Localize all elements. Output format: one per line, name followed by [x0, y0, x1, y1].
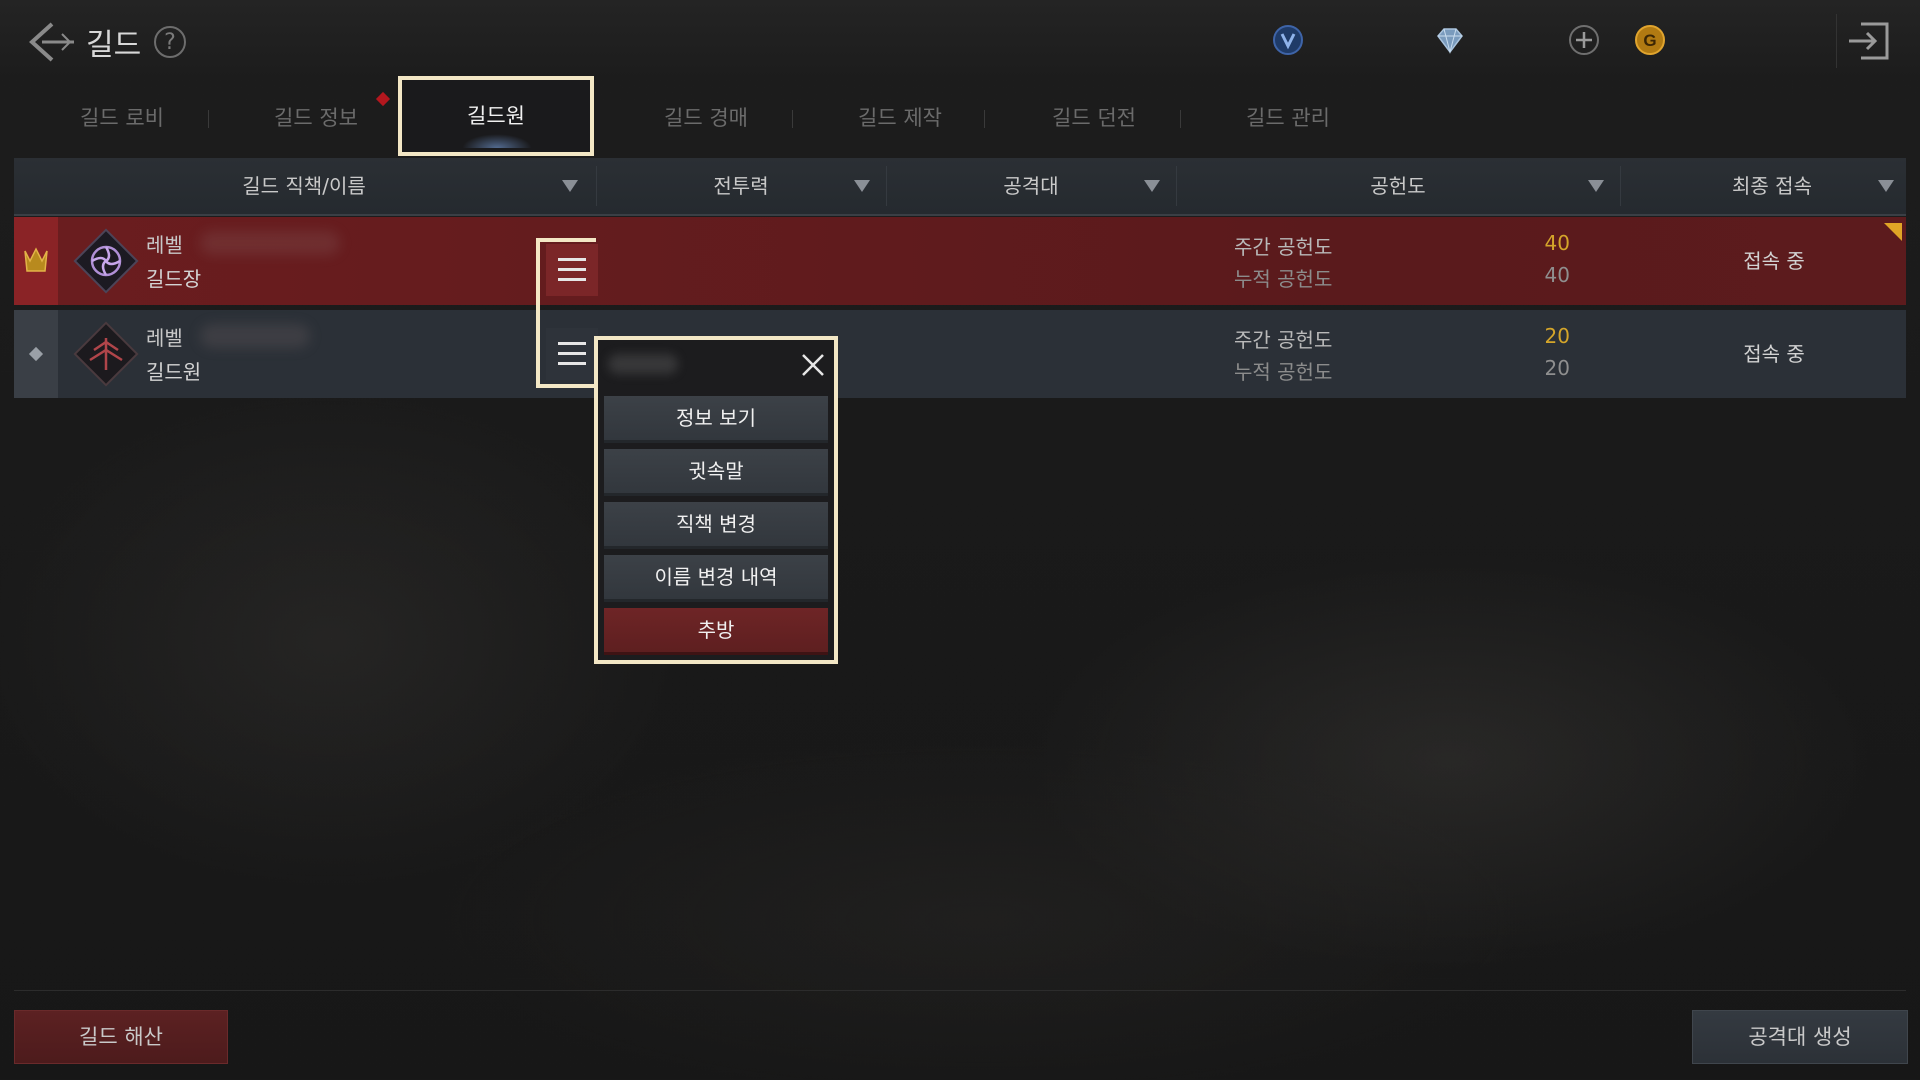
svg-text:G: G — [1643, 31, 1656, 50]
change-rank-button[interactable]: 직책 변경 — [604, 502, 828, 549]
back-arrow-icon[interactable] — [24, 18, 76, 66]
sort-arrow-icon[interactable] — [1588, 180, 1604, 192]
redacted-name — [200, 324, 310, 348]
page-title: 길드 — [86, 28, 142, 63]
total-contribution-label: 누적 공헌도 — [1234, 267, 1333, 291]
sort-arrow-icon[interactable] — [1878, 180, 1894, 192]
tab-divider — [984, 110, 985, 128]
diamond-icon[interactable] — [1432, 22, 1468, 58]
tab-guild-crafting[interactable]: 길드 제작 — [820, 96, 980, 140]
redacted-member-name — [608, 354, 678, 374]
col-raid[interactable]: 공격대 — [888, 158, 1174, 214]
tab-divider — [792, 110, 793, 128]
popup-header — [598, 340, 834, 390]
table-row[interactable]: 레벨 길드원 주간 공헌도 누적 공헌도 20 20 접속 중 — [14, 310, 1906, 398]
tab-guild-members-label: 길드원 — [467, 104, 525, 128]
col-combat-power[interactable]: 전투력 — [598, 158, 884, 214]
table-header: 길드 직책/이름 전투력 공격대 공헌도 최종 접속 — [14, 158, 1906, 216]
total-contribution-label: 누적 공헌도 — [1234, 360, 1333, 384]
tab-bar: 길드 로비 길드 정보 길드원 길드 경매 길드 제작 길드 던전 길드 관리 — [14, 76, 1906, 156]
close-icon[interactable] — [798, 350, 828, 380]
sort-arrow-icon[interactable] — [854, 180, 870, 192]
tab-guild-dungeon[interactable]: 길드 던전 — [1014, 96, 1174, 140]
column-divider — [1176, 166, 1177, 206]
level-label: 레벨 — [146, 233, 183, 257]
col-rank-name[interactable]: 길드 직책/이름 — [14, 158, 594, 214]
tab-divider — [1180, 110, 1181, 128]
plus-icon[interactable] — [1566, 22, 1602, 58]
col-contribution[interactable]: 공헌도 — [1178, 158, 1618, 214]
blue-crystal-icon[interactable] — [1270, 22, 1306, 58]
active-tab-glow — [462, 134, 532, 148]
column-divider — [1620, 166, 1621, 206]
column-divider — [886, 166, 887, 206]
weekly-contribution-label: 주간 공헌도 — [1234, 328, 1333, 352]
tab-guild-members[interactable]: 길드원 — [398, 76, 594, 156]
highlight-frame — [536, 238, 596, 388]
weekly-contribution-label: 주간 공헌도 — [1234, 235, 1333, 259]
sort-arrow-icon[interactable] — [562, 180, 578, 192]
create-raid-button[interactable]: 공격대 생성 — [1692, 1010, 1908, 1064]
dissolve-guild-button[interactable]: 길드 해산 — [14, 1010, 228, 1064]
weekly-contribution-value: 20 — [1544, 324, 1570, 348]
corner-marker — [1884, 223, 1902, 241]
online-status: 접속 중 — [1743, 249, 1805, 273]
tab-guild-management[interactable]: 길드 관리 — [1208, 96, 1368, 140]
rank-label: 길드장 — [146, 267, 202, 291]
column-divider — [596, 166, 597, 206]
table-row[interactable]: 레벨 길드장 주간 공헌도 누적 공헌도 40 40 접속 중 — [14, 217, 1906, 305]
member-context-menu: 정보 보기 귓속말 직책 변경 이름 변경 내역 추방 — [594, 336, 838, 664]
class-emblem-icon — [73, 321, 139, 387]
gold-coin-icon[interactable]: G — [1632, 22, 1668, 58]
name-change-history-button[interactable]: 이름 변경 내역 — [604, 555, 828, 602]
sort-arrow-icon[interactable] — [1144, 180, 1160, 192]
diamond-marker-icon — [28, 346, 44, 362]
tab-guild-info[interactable]: 길드 정보 — [236, 96, 396, 140]
weekly-contribution-value: 40 — [1544, 231, 1570, 255]
tab-divider — [208, 110, 209, 128]
exit-icon[interactable] — [1836, 14, 1897, 68]
online-status: 접속 중 — [1743, 342, 1805, 366]
footer-divider — [14, 990, 1906, 991]
total-contribution-value: 20 — [1544, 356, 1570, 380]
crown-icon — [24, 247, 48, 272]
redacted-name — [200, 231, 340, 255]
whisper-button[interactable]: 귓속말 — [604, 449, 828, 496]
class-emblem-icon — [73, 228, 139, 294]
help-icon[interactable]: ? — [154, 26, 186, 58]
level-label: 레벨 — [146, 326, 183, 350]
tab-guild-lobby[interactable]: 길드 로비 — [42, 96, 202, 140]
rank-strip — [14, 217, 58, 305]
rank-strip — [14, 310, 58, 398]
total-contribution-value: 40 — [1544, 263, 1570, 287]
kick-button[interactable]: 추방 — [604, 608, 828, 655]
tab-guild-auction[interactable]: 길드 경매 — [626, 96, 786, 140]
view-info-button[interactable]: 정보 보기 — [604, 396, 828, 443]
col-last-login[interactable]: 최종 접속 — [1622, 158, 1920, 214]
rank-label: 길드원 — [146, 360, 202, 384]
